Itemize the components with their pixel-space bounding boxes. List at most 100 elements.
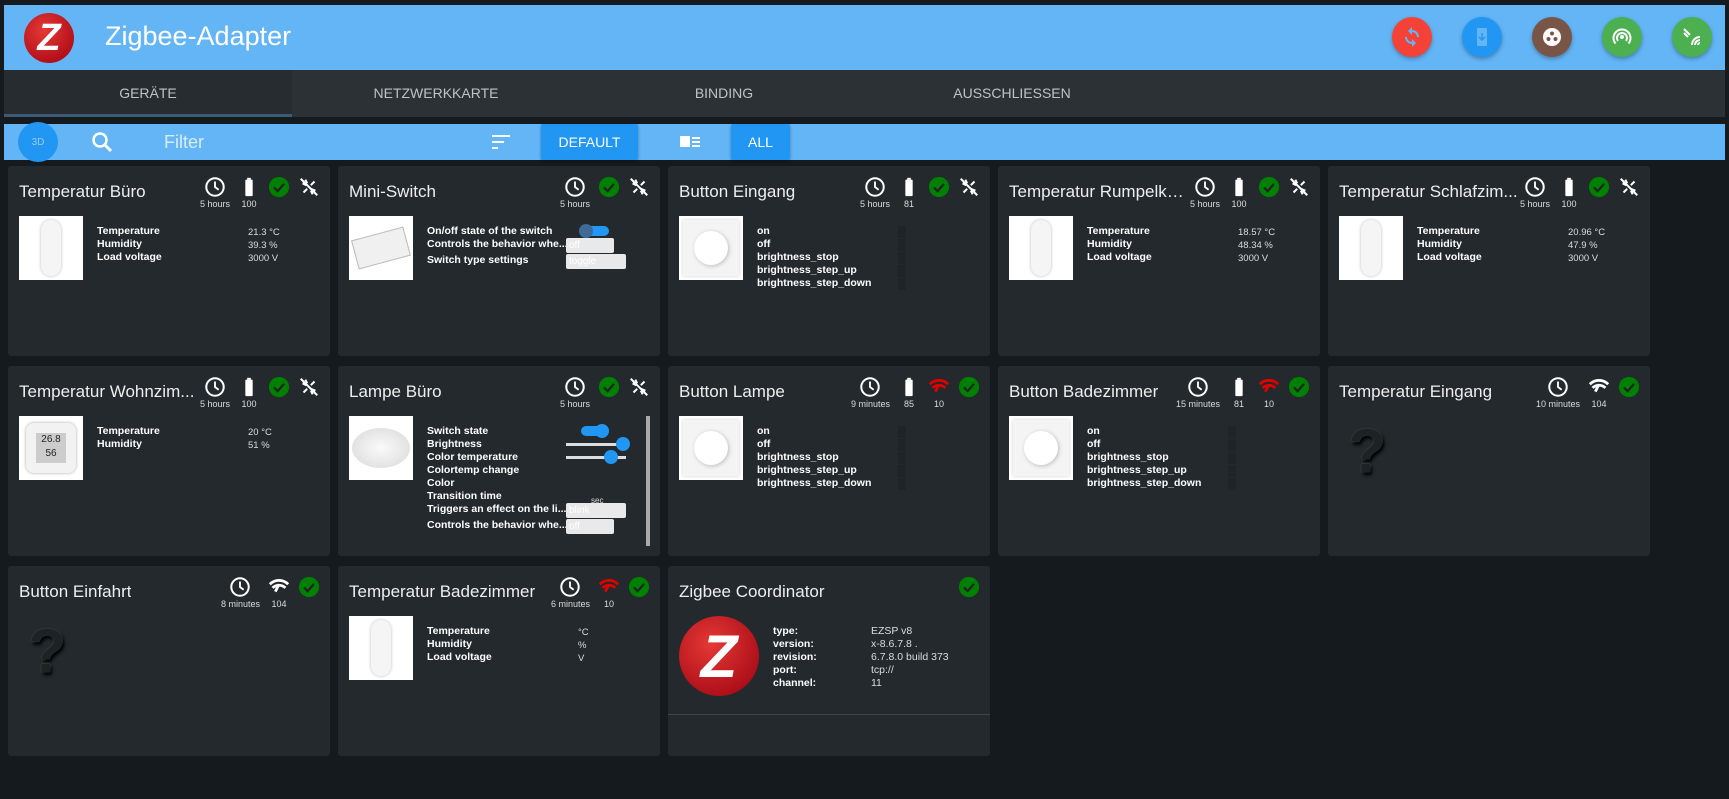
control-label: Brightness xyxy=(427,438,482,450)
link-off-icon[interactable] xyxy=(628,176,650,198)
device-title: Lampe Büro xyxy=(349,382,442,401)
last-seen-text: 5 hours xyxy=(859,199,890,209)
battery-level: 100 xyxy=(1231,199,1247,209)
control-label: Switch type settings xyxy=(427,254,529,266)
toggle-knob xyxy=(579,224,593,238)
check-circle-icon xyxy=(1588,176,1610,198)
state-value: °C xyxy=(578,627,589,638)
scrollbar[interactable] xyxy=(646,416,650,546)
lcd-hum: 56 xyxy=(45,448,57,459)
state-indicator xyxy=(898,265,906,277)
device-image xyxy=(1009,416,1073,480)
unbind[interactable] xyxy=(298,376,320,409)
tab-bar: GERÄTE NETZWERKKARTE BINDING AUSSCHLIESSEN xyxy=(4,70,1725,117)
battery-icon xyxy=(245,377,253,397)
device-card[interactable]: Mini-Switch 5 hours On/off state of the sw… xyxy=(338,166,660,356)
device-image xyxy=(349,616,413,680)
default-sort-button[interactable]: DEFAULT xyxy=(541,124,638,160)
state-label: type: xyxy=(773,625,799,637)
link-off-icon[interactable] xyxy=(628,376,650,398)
dropdown[interactable]: off xyxy=(566,238,614,253)
device-card[interactable]: Button Eingang 5 hours 81 on off brightness_s… xyxy=(668,166,990,356)
device-card[interactable]: Button Einfahrt 8 minutes 104? xyxy=(8,566,330,756)
tab-netzwerkkarte[interactable]: NETZWERKKARTE xyxy=(292,70,580,117)
state-indicator xyxy=(1228,452,1236,464)
link-off-icon[interactable] xyxy=(298,176,320,198)
sort-icon[interactable] xyxy=(492,134,512,150)
slider-thumb[interactable] xyxy=(616,437,630,451)
link-off-icon[interactable] xyxy=(958,176,980,198)
device-card[interactable]: Temperatur Wohnzim... 5 hours 100 26.8 56 Tem… xyxy=(8,366,330,556)
signal-icon xyxy=(598,579,620,593)
state-label: Humidity xyxy=(97,238,142,250)
last-seen-text: 9 minutes xyxy=(850,399,890,409)
device-card[interactable]: Temperatur Eingang 10 minutes 104? xyxy=(1328,366,1650,556)
3d-toggle-button[interactable]: 3D xyxy=(18,122,58,162)
unbind[interactable] xyxy=(298,176,320,209)
link-off-icon[interactable] xyxy=(1288,176,1310,198)
tab-binding[interactable]: BINDING xyxy=(580,70,868,117)
status-icons xyxy=(958,576,980,598)
control-label: On/off state of the switch xyxy=(427,225,553,237)
battery-level: 85 xyxy=(903,399,914,409)
unbind[interactable] xyxy=(958,176,980,209)
state-label: Humidity xyxy=(1087,238,1132,250)
state-indicator xyxy=(898,465,906,477)
unbind[interactable] xyxy=(628,376,650,409)
device-card[interactable]: Button Badezimmer 15 minutes 81 10 on off brig… xyxy=(998,366,1320,556)
touchlink-button[interactable] xyxy=(1672,17,1712,57)
state-label: brightness_step_up xyxy=(757,264,857,276)
device-image xyxy=(679,216,743,280)
state-indicator xyxy=(898,426,906,438)
pairing-button[interactable] xyxy=(1602,17,1642,57)
slider[interactable] xyxy=(566,437,630,451)
dropdown[interactable]: toggle xyxy=(566,254,626,269)
unbind[interactable] xyxy=(628,176,650,209)
device-title: Temperatur Wohnzim... xyxy=(19,382,195,401)
link-off-icon[interactable] xyxy=(1618,176,1640,198)
unbind[interactable] xyxy=(1618,176,1640,209)
install-button[interactable] xyxy=(1462,17,1502,57)
card-view-icon[interactable] xyxy=(680,135,702,149)
clock-icon xyxy=(205,377,225,397)
dropdown[interactable]: off xyxy=(566,519,614,534)
link-off-icon[interactable] xyxy=(298,376,320,398)
status-icons: 5 hours 100 xyxy=(200,176,320,209)
state-value: 21.3 °C xyxy=(248,227,280,238)
check-circle-icon xyxy=(1618,376,1640,398)
check-circle-icon xyxy=(268,176,290,198)
device-card[interactable]: Temperatur Badezimmer 6 minutes 10 Temperat… xyxy=(338,566,660,756)
battery: 81 xyxy=(1228,376,1250,409)
toggle-switch[interactable] xyxy=(581,424,609,438)
unbind[interactable] xyxy=(1288,176,1310,209)
text-input[interactable]: blink xyxy=(566,503,626,518)
slider-thumb[interactable] xyxy=(604,450,618,464)
state-label: Humidity xyxy=(97,438,142,450)
link-quality-value: 10 xyxy=(1263,399,1274,409)
device-card[interactable]: Temperatur Rumpelka... 5 hours 100 Temperat… xyxy=(998,166,1320,356)
state-label: Temperature xyxy=(97,225,160,237)
last-seen: 9 minutes xyxy=(851,376,890,409)
tab-geräte[interactable]: GERÄTE xyxy=(4,70,292,117)
toggle-switch[interactable] xyxy=(579,224,609,238)
clock-icon xyxy=(860,377,881,397)
all-filter-button[interactable]: ALL xyxy=(731,124,790,160)
device-image xyxy=(1339,216,1403,280)
device-card[interactable]: Button Lampe 9 minutes 85 10 on off brightness… xyxy=(668,366,990,556)
groups-button[interactable] xyxy=(1532,17,1572,57)
filter-input[interactable] xyxy=(164,128,424,156)
refresh-button[interactable] xyxy=(1392,17,1432,57)
state-values: °C% V xyxy=(578,626,589,665)
device-card[interactable]: Zigbee Coordinator Ztype: version: revision… xyxy=(668,566,990,756)
last-seen-text: 5 hours xyxy=(199,199,230,209)
device-card[interactable]: Lampe Büro 5 hours Switch state Brightness C… xyxy=(338,366,660,556)
status-icons: 9 minutes 85 10 xyxy=(851,376,980,409)
slider[interactable] xyxy=(566,450,626,464)
device-card[interactable]: Temperatur Büro 5 hours 100 Temperature Humi… xyxy=(8,166,330,356)
tab-ausschliessen[interactable]: AUSSCHLIESSEN xyxy=(868,70,1156,117)
device-title: Temperatur Rumpelka... xyxy=(1009,182,1189,201)
search-icon[interactable] xyxy=(90,130,114,154)
device-image xyxy=(349,416,413,480)
state-value: 3000 V xyxy=(1568,253,1599,264)
device-card[interactable]: Temperatur Schlafzim... 5 hours 100 Tempera… xyxy=(1328,166,1650,356)
